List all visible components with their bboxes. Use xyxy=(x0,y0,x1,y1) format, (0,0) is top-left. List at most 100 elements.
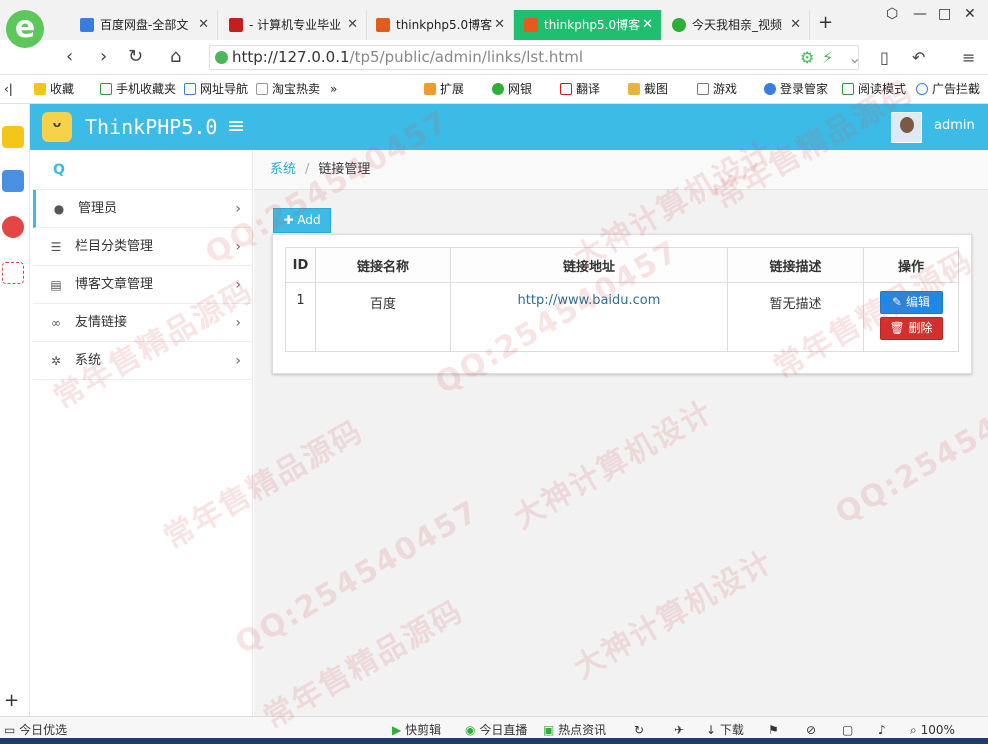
weibo-icon[interactable] xyxy=(2,216,24,238)
book-icon xyxy=(842,83,854,95)
fav-extensions[interactable]: 扩展 xyxy=(424,76,464,102)
cell-description: 暂无描述 xyxy=(727,282,864,352)
fav-reading-mode[interactable]: 阅读模式 xyxy=(842,76,906,102)
app-title: ThinkPHP5.0 xyxy=(85,115,218,139)
sidebar-item-admin[interactable]: ● 管理员 › xyxy=(33,190,253,228)
download-icon: ↓ xyxy=(706,723,717,737)
add-sidebar-icon[interactable]: + xyxy=(4,690,19,711)
table-header-row: ID 链接名称 链接地址 链接描述 操作 xyxy=(285,247,959,283)
fav-taobao[interactable]: 淘宝热卖 xyxy=(256,76,320,102)
table-row: 1 百度 http://www.baidu.com 暂无描述 ✎ 编辑 🗑 删除 xyxy=(285,282,959,352)
maximize-button[interactable]: □ xyxy=(938,6,951,22)
news-icon[interactable] xyxy=(2,170,24,192)
reload-button[interactable]: ↻ xyxy=(128,46,143,67)
chevron-right-icon: › xyxy=(235,201,241,217)
breadcrumb-separator: / xyxy=(305,162,310,177)
breadcrumb-root[interactable]: 系统 xyxy=(270,162,296,177)
dropdown-icon[interactable]: ⌄ xyxy=(848,48,861,67)
phone-icon xyxy=(100,83,112,95)
sidebar-item-system[interactable]: ✲ 系统 › xyxy=(33,342,253,380)
tab-cs-project[interactable]: - 计算机专业毕业 ✕ xyxy=(219,10,367,40)
forward-button[interactable]: › xyxy=(100,46,107,67)
fav-bank[interactable]: 网银 xyxy=(492,76,532,102)
tab-favicon-icon xyxy=(80,18,94,32)
fav-navigation[interactable]: 网址导航 xyxy=(184,76,248,102)
menu-icon[interactable]: ≡ xyxy=(962,48,975,67)
bank-icon xyxy=(492,83,504,95)
app-logo-icon: ᵕ xyxy=(42,112,72,142)
app-header: ᵕ ThinkPHP5.0 ≡ admin xyxy=(30,104,988,150)
tab-video[interactable]: 今天我相亲_视频 ✕ xyxy=(662,10,810,40)
fav-screenshot[interactable]: 截图 xyxy=(628,76,668,102)
links-table: ID 链接名称 链接地址 链接描述 操作 1 百度 http://www.bai… xyxy=(285,247,959,352)
avatar[interactable] xyxy=(891,112,922,143)
sidebar-item-categories[interactable]: ☰ 栏目分类管理 › xyxy=(33,228,253,266)
favbar-toggle-icon[interactable]: ‹| xyxy=(4,76,13,102)
tab-thinkphp-1[interactable]: thinkphp5.0博客 ✕ xyxy=(366,10,514,40)
browser-window: e 百度网盘-全部文 ✕ - 计算机专业毕业 ✕ thinkphp5.0博客 ✕ th… xyxy=(0,0,988,744)
fav-collect[interactable]: 收藏 xyxy=(34,76,74,102)
col-id: ID xyxy=(285,247,316,283)
sidebar-toggle-icon: ▭ xyxy=(4,723,16,737)
breadcrumb: 系统 / 链接管理 xyxy=(254,150,988,190)
admin-name[interactable]: admin xyxy=(934,118,975,133)
col-description: 链接描述 xyxy=(727,247,864,283)
skin-icon[interactable]: ⬡ xyxy=(886,6,898,22)
cell-id: 1 xyxy=(285,282,316,352)
fav-more[interactable]: » xyxy=(330,76,337,102)
news-icon: ▣ xyxy=(543,723,555,737)
speed-icon[interactable]: ⚙ xyxy=(800,48,814,67)
cell-url[interactable]: http://www.baidu.com xyxy=(450,282,728,352)
page-icon xyxy=(184,83,196,95)
page-icon xyxy=(256,83,268,95)
list-icon: ☰ xyxy=(50,240,62,254)
back-button[interactable]: ‹ xyxy=(66,46,73,67)
close-tab-icon[interactable]: ✕ xyxy=(198,10,209,40)
fav-translate[interactable]: 翻译 xyxy=(560,76,600,102)
cell-name: 百度 xyxy=(315,282,451,352)
close-tab-icon[interactable]: ✕ xyxy=(642,10,653,40)
new-tab-button[interactable]: + xyxy=(818,12,833,33)
chevron-right-icon: › xyxy=(235,353,241,369)
browser-logo-icon: e xyxy=(6,10,44,48)
mail-icon[interactable] xyxy=(2,262,24,284)
sidebar-item-articles[interactable]: ▤ 博客文章管理 › xyxy=(33,266,253,304)
sidebar: Q ● 管理员 › ☰ 栏目分类管理 › ▤ 博客文章管理 › ∞ 友情链接 › ✲ 系统 › xyxy=(33,150,253,716)
favorites-bar: ‹| 收藏 手机收藏夹 网址导航 淘宝热卖 » 扩展 网银 翻译 截图 游戏 登… xyxy=(0,76,988,104)
sidebar-toggle-icon[interactable]: ≡ xyxy=(227,114,245,139)
flash-icon[interactable]: ⚡ xyxy=(822,48,833,67)
close-tab-icon[interactable]: ✕ xyxy=(494,10,505,40)
fav-mobile[interactable]: 手机收藏夹 xyxy=(100,76,176,102)
close-tab-icon[interactable]: ✕ xyxy=(790,10,801,40)
delete-button[interactable]: 🗑 删除 xyxy=(879,317,943,340)
add-link-button[interactable]: ✚ Add xyxy=(273,208,331,233)
breadcrumb-current: 链接管理 xyxy=(318,162,371,177)
edit-button[interactable]: ✎ 编辑 xyxy=(879,291,943,314)
close-window-button[interactable]: ✕ xyxy=(964,6,976,22)
minimize-button[interactable]: — xyxy=(913,6,927,22)
close-tab-icon[interactable]: ✕ xyxy=(347,10,358,40)
fav-adblock[interactable]: 广告拦截 xyxy=(916,76,980,102)
tab-thinkphp-active[interactable]: thinkphp5.0博客 ✕ xyxy=(514,10,662,40)
undo-icon[interactable]: ↶ xyxy=(912,48,925,67)
user-icon: ● xyxy=(53,202,65,216)
address-input[interactable]: http://127.0.0.1/tp5/public/admin/links/… xyxy=(209,45,859,70)
fav-games[interactable]: 游戏 xyxy=(697,76,737,102)
search-icon[interactable]: Q xyxy=(53,162,65,178)
key-icon xyxy=(764,83,776,95)
sidebar-item-links[interactable]: ∞ 友情链接 › xyxy=(33,304,253,342)
cell-actions: ✎ 编辑 🗑 删除 xyxy=(863,282,959,352)
fav-login-manager[interactable]: 登录管家 xyxy=(764,76,828,102)
file-icon: ▤ xyxy=(50,278,62,292)
device-icon[interactable]: ▯ xyxy=(880,48,889,67)
tab-baidu-pan[interactable]: 百度网盘-全部文 ✕ xyxy=(70,10,218,40)
sidebar-search[interactable]: Q xyxy=(33,150,253,190)
address-toolbar: ‹ › ↻ ⌂ http://127.0.0.1/tp5/public/admi… xyxy=(0,40,988,75)
favorites-icon[interactable] xyxy=(2,126,24,148)
gear-icon: ✲ xyxy=(50,354,62,368)
tab-favicon-icon xyxy=(376,18,390,32)
scissors-icon xyxy=(628,83,640,95)
tab-favicon-icon xyxy=(524,18,538,32)
home-button[interactable]: ⌂ xyxy=(170,46,181,67)
col-url: 链接地址 xyxy=(450,247,728,283)
